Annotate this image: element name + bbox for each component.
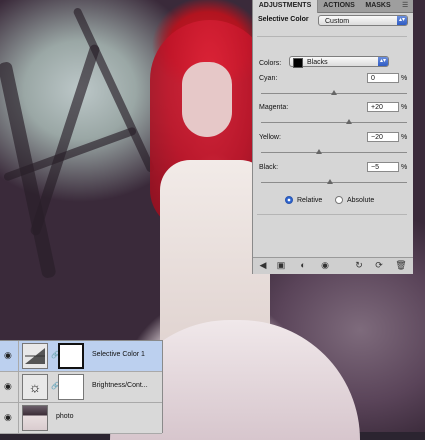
layers-panel: ◉ 🔗 Selective Color 1 ◉ ☼ 🔗 Brightness/C… <box>0 340 163 434</box>
tab-actions[interactable]: ACTIONS <box>318 0 360 12</box>
layer-name[interactable]: Brightness/Cont... <box>92 382 148 389</box>
layer-mask-thumbnail[interactable] <box>58 374 84 400</box>
preset-dropdown[interactable]: Custom ▴▾ <box>318 15 408 26</box>
magenta-slider-track[interactable] <box>261 122 407 123</box>
view-previous-icon[interactable]: ↻ <box>353 260 365 271</box>
eye-icon: ◉ <box>4 350 12 360</box>
black-label: Black: <box>259 164 279 171</box>
expand-view-icon[interactable]: ▣ <box>275 260 287 271</box>
layer-name[interactable]: Selective Color 1 <box>92 351 145 358</box>
adjustment-title: Selective Color <box>258 16 309 23</box>
visibility-toggle[interactable]: ◉ <box>0 341 19 371</box>
adjustments-panel: ADJUSTMENTS ACTIONS MASKS ☰ Selective Co… <box>252 0 413 274</box>
tab-masks[interactable]: MASKS <box>361 0 395 12</box>
colors-label: Colors: <box>259 60 282 67</box>
layer-name[interactable]: photo <box>56 413 74 420</box>
yellow-value-input[interactable]: −20 <box>367 132 399 142</box>
adjustment-layer-icon <box>22 343 48 369</box>
tab-adjustments[interactable]: ADJUSTMENTS <box>253 0 318 13</box>
visibility-toggle[interactable]: ◉ <box>0 403 19 433</box>
panel-tabs: ADJUSTMENTS ACTIONS MASKS ☰ <box>253 0 413 13</box>
color-swatch <box>293 58 303 68</box>
layer-row[interactable]: ◉ photo <box>0 403 162 434</box>
layer-row[interactable]: ◉ 🔗 Selective Color 1 <box>0 341 162 372</box>
visibility-icon[interactable]: ◉ <box>319 260 331 271</box>
absolute-label: Absolute <box>347 197 375 204</box>
eye-icon: ◉ <box>4 412 12 422</box>
divider <box>257 36 407 37</box>
tree-trunk <box>29 43 101 237</box>
magenta-label: Magenta: <box>259 104 289 111</box>
relative-radio[interactable] <box>285 196 293 204</box>
back-icon[interactable]: ◀ <box>257 260 269 271</box>
eye-icon: ◉ <box>4 381 12 391</box>
colors-value: Blacks <box>307 59 328 66</box>
black-value-input[interactable]: −5 <box>367 162 399 172</box>
layer-row[interactable]: ◉ ☼ 🔗 Brightness/Cont... <box>0 372 162 403</box>
visibility-toggle[interactable]: ◉ <box>0 372 19 402</box>
brightness-icon: ☼ <box>22 374 48 400</box>
clip-layer-icon[interactable]: ◐ <box>297 260 309 271</box>
magenta-unit: % <box>401 104 408 111</box>
cyan-value-input[interactable]: 0 <box>367 73 399 83</box>
photo-thumbnail <box>22 405 48 431</box>
reset-icon[interactable]: ⟳ <box>373 260 385 271</box>
relative-label: Relative <box>297 197 323 204</box>
woman-face <box>182 62 232 137</box>
cyan-label: Cyan: <box>259 75 278 82</box>
adjustments-toolbar: ◀ ▣ ◐ ◉ ↻ ⟳ 🗑 <box>253 257 413 274</box>
preset-value: Custom <box>325 18 350 25</box>
panel-menu-icon[interactable]: ☰ <box>402 2 410 10</box>
chain-link-icon[interactable]: 🔗 <box>51 351 60 361</box>
cyan-slider-thumb[interactable] <box>331 90 337 95</box>
black-unit: % <box>401 164 408 171</box>
chevron-updown-icon: ▴▾ <box>378 57 388 66</box>
magenta-slider-thumb[interactable] <box>345 119 352 124</box>
yellow-slider-thumb[interactable] <box>316 149 323 154</box>
cyan-unit: % <box>401 75 408 82</box>
yellow-label: Yellow: <box>259 134 281 141</box>
yellow-slider-track[interactable] <box>261 152 407 153</box>
magenta-value-input[interactable]: +20 <box>367 102 399 112</box>
chain-link-icon[interactable]: 🔗 <box>51 382 60 392</box>
layer-mask-thumbnail[interactable] <box>58 343 84 369</box>
divider <box>257 214 407 215</box>
absolute-radio[interactable] <box>335 196 343 204</box>
yellow-unit: % <box>401 134 408 141</box>
chevron-updown-icon: ▴▾ <box>397 16 407 25</box>
black-slider-track[interactable] <box>261 182 407 183</box>
colors-dropdown[interactable]: Blacks ▴▾ <box>289 56 389 67</box>
black-slider-thumb[interactable] <box>327 179 334 184</box>
delete-icon[interactable]: 🗑 <box>395 260 407 271</box>
